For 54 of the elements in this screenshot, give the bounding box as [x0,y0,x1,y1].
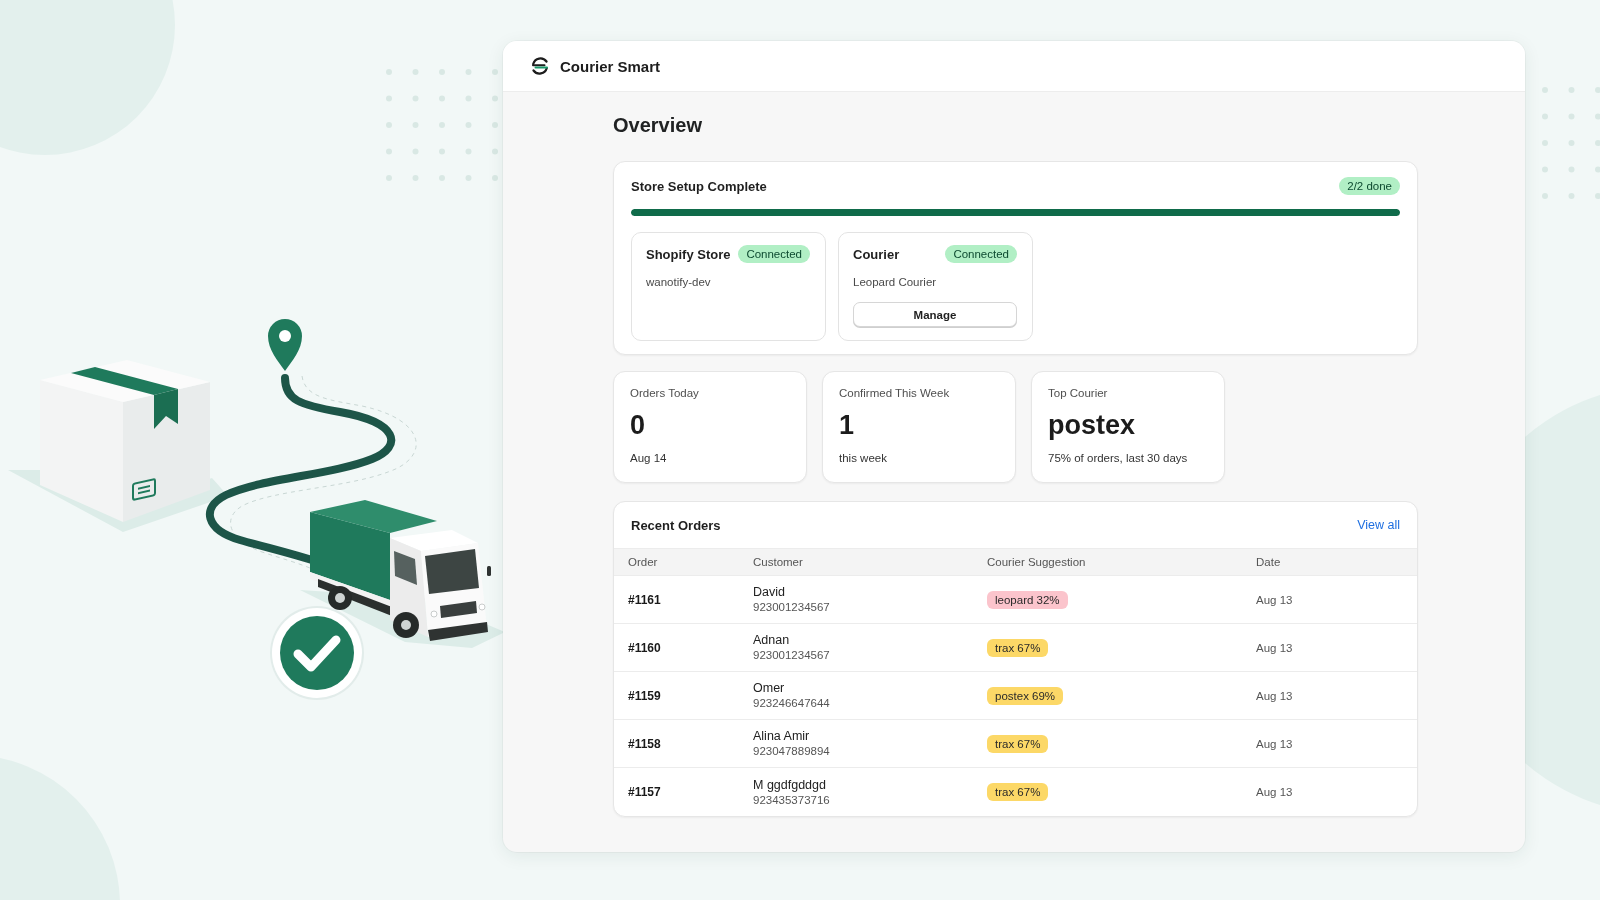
column-header: Customer [753,556,804,568]
phone-number: 923001234567 [753,648,831,663]
stat-note: Aug 14 [630,451,668,465]
order-number: #1161 [628,592,662,607]
connection-detail: wanotify-dev [646,275,712,289]
order-number: #1158 [628,736,662,751]
column-header: Courier Suggestion [987,556,1087,568]
order-date: Aug 13 [1256,593,1294,606]
card-title: Store Setup Complete [631,178,767,194]
order-date: Aug 13 [1256,786,1294,798]
suggestion-badge: trax 67% [987,783,1049,801]
column-header: Date [1256,556,1282,568]
stat-label: Top Courier [1048,386,1109,400]
page-title: Overview [613,113,703,137]
order-date: Aug 13 [1256,737,1294,750]
order-number: #1157 [628,785,662,799]
suggestion-badge: leopard 32% [987,590,1068,609]
status-badge: 2/2 done [1339,177,1400,195]
phone-number: 923047889894 [753,744,831,759]
customer-name: Omer [753,680,786,696]
app-title: Courier Smart [560,57,661,75]
stat-value: 0 [630,410,647,440]
phone-number: 923435373716 [753,792,831,808]
stat-label: Orders Today [630,386,700,400]
stat-label: Confirmed This Week [839,386,951,400]
customer-name: Adnan [753,632,791,648]
location-pin-icon [268,319,302,371]
connection-title: Courier [853,246,900,262]
manage-button[interactable]: Manage [853,302,1017,327]
connection-detail: Leopard Courier [853,275,938,289]
suggestion-badge: trax 67% [987,734,1049,753]
card-title: Recent Orders [631,517,721,533]
logo-icon [531,57,549,75]
order-number: #1160 [628,640,662,655]
customer-name: Alina Amir [753,728,811,744]
customer-name: David [753,584,786,600]
order-date: Aug 13 [1256,689,1294,702]
suggestion-badge: trax 67% [987,638,1049,657]
connection-title: Shopify Store [646,246,731,262]
order-date: Aug 13 [1256,641,1294,654]
suggestion-badge: postex 69% [987,686,1064,705]
status-badge: Connected [945,245,1017,263]
stat-note: this week [839,451,888,465]
phone-number: 923246647644 [753,696,831,711]
order-number: #1159 [628,688,662,703]
check-circle-icon [270,606,364,700]
stat-value: postex [1048,410,1137,440]
phone-number: 923001234567 [753,600,831,615]
stat-note: 75% of orders, last 30 days [1048,451,1189,465]
stat-value: 1 [839,410,856,440]
column-header: Order [628,556,659,568]
customer-name: M ggdfgddgd [753,776,827,793]
status-badge: Connected [738,245,810,263]
view-all-link[interactable]: View all [1357,518,1400,532]
